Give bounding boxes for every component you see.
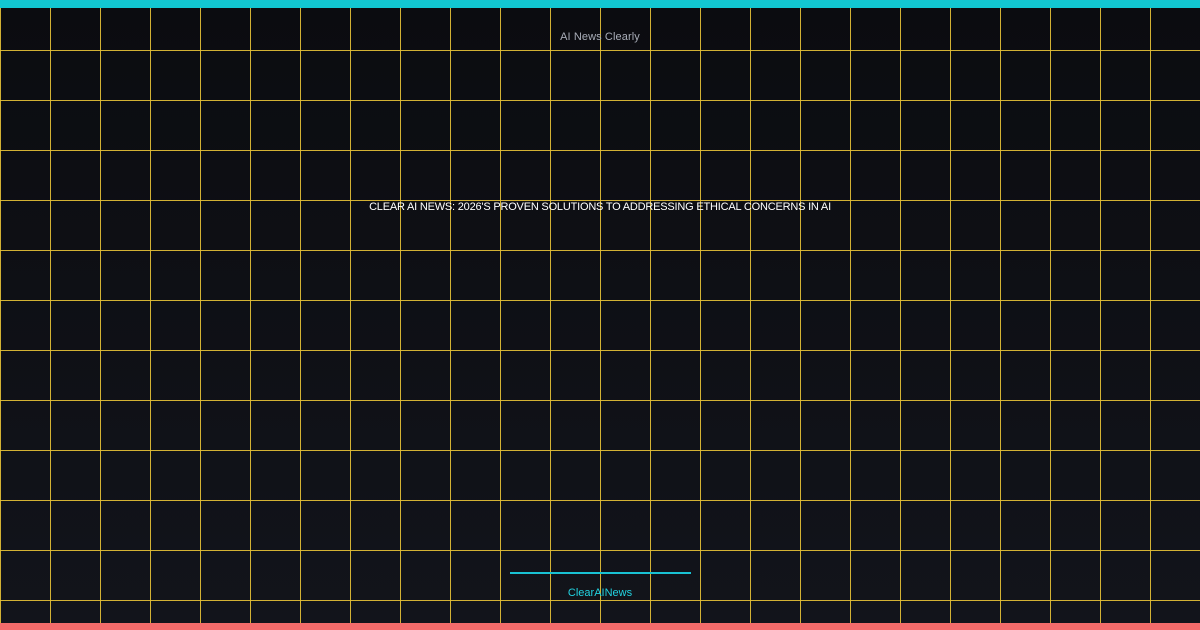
brand-divider bbox=[510, 572, 691, 574]
top-accent-bar bbox=[0, 0, 1200, 8]
bottom-accent-bar bbox=[0, 623, 1200, 630]
og-card: AI News Clearly CLEAR AI NEWS: 2026'S PR… bbox=[0, 0, 1200, 630]
headline: CLEAR AI NEWS: 2026'S PROVEN SOLUTIONS T… bbox=[369, 201, 831, 213]
site-name: AI News Clearly bbox=[560, 31, 640, 43]
grid-background bbox=[0, 0, 1200, 630]
footer-brand: ClearAINews bbox=[567, 587, 633, 599]
